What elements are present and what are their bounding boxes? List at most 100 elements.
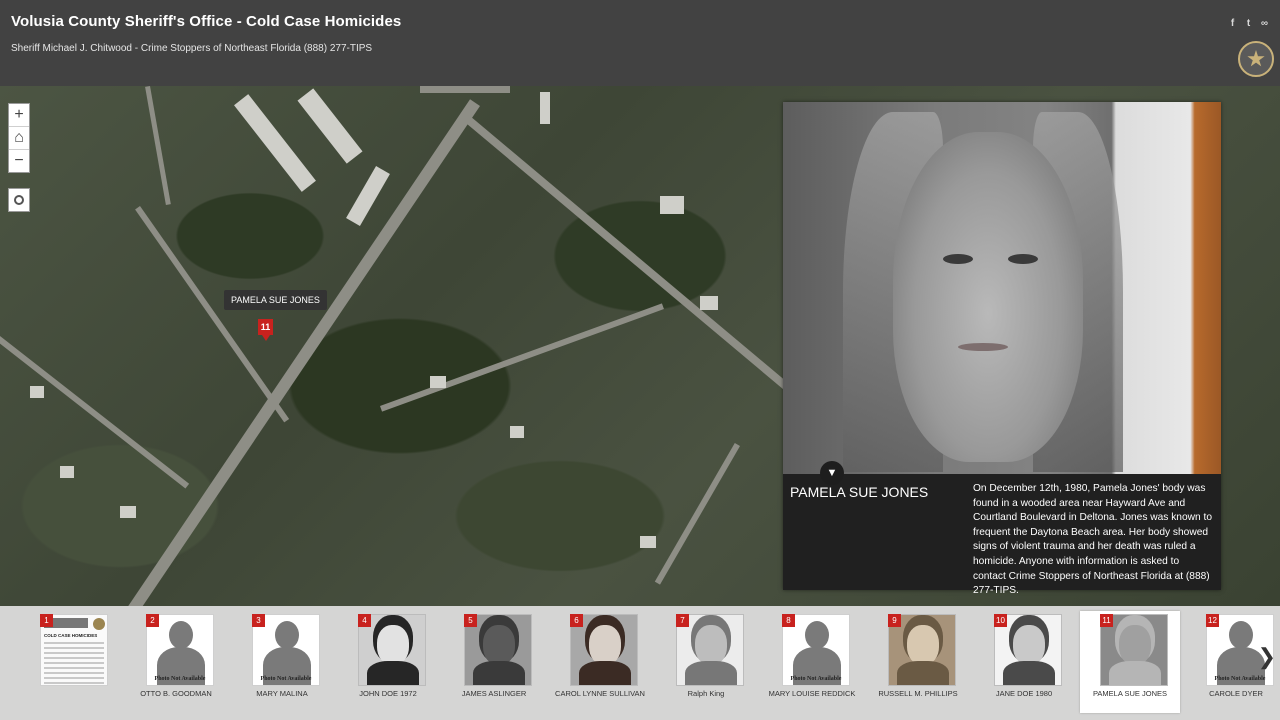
victim-photo: [783, 102, 1221, 474]
twitter-icon[interactable]: t: [1243, 18, 1254, 29]
doc-line: [44, 682, 104, 684]
case-thumbnail: 5: [464, 614, 532, 686]
carousel-card[interactable]: 7 Ralph King: [656, 611, 756, 713]
photo-not-available-label: Photo Not Available: [154, 676, 206, 682]
map-building: [700, 296, 718, 310]
silhouette-head: [275, 621, 299, 649]
sheriff-badge-logo[interactable]: [1238, 41, 1274, 77]
portrait-body: [473, 661, 525, 685]
case-number-badge: 11: [1100, 614, 1113, 627]
doc-line: [44, 677, 104, 679]
doc-title: COLD CASE HOMICIDES: [44, 633, 98, 638]
map-road: [464, 116, 838, 431]
detail-caption: ▼ PAMELA SUE JONES On December 12th, 198…: [783, 461, 1221, 596]
social-links: f t ∞: [1227, 18, 1270, 29]
chevron-down-icon[interactable]: ▼: [820, 461, 844, 485]
case-name: RUSSELL M. PHILLIPS: [878, 689, 958, 698]
case-number-badge: 6: [570, 614, 583, 627]
doc-line: [44, 667, 104, 669]
case-number-badge: 2: [146, 614, 159, 627]
detail-panel: ▼ PAMELA SUE JONES On December 12th, 198…: [783, 102, 1221, 596]
map-road: [420, 86, 510, 93]
portrait-head: [1119, 625, 1151, 665]
silhouette-head: [169, 621, 193, 649]
map-building: [640, 536, 656, 548]
doc-line: [44, 662, 104, 664]
case-name: CAROL LYNNE SULLIVAN: [555, 689, 645, 698]
doc-line: [44, 652, 104, 654]
case-thumbnail: COLD CASE HOMICIDES 1: [40, 614, 108, 686]
map-building: [346, 166, 390, 226]
case-number-badge: 9: [888, 614, 901, 627]
case-thumbnail: Photo Not Available 8: [782, 614, 850, 686]
doc-seal: [93, 618, 105, 630]
doc-line: [44, 672, 104, 674]
case-thumbnail: 9: [888, 614, 956, 686]
case-number-badge: 7: [676, 614, 689, 627]
map-road: [380, 303, 664, 412]
portrait-head: [377, 625, 409, 665]
portrait-body: [1109, 661, 1161, 685]
locate-icon: [14, 195, 24, 205]
doc-line: [44, 647, 104, 649]
portrait-body: [897, 661, 949, 685]
case-number-badge: 5: [464, 614, 477, 627]
zoom-in-button[interactable]: +: [9, 104, 29, 127]
map-marker[interactable]: 11: [258, 319, 273, 341]
portrait-head: [695, 625, 727, 665]
photo-eye: [1008, 254, 1038, 264]
app-header: Volusia County Sheriff's Office - Cold C…: [0, 0, 1280, 86]
home-button[interactable]: ⌂: [9, 127, 29, 150]
carousel-card[interactable]: COLD CASE HOMICIDES 1: [20, 611, 120, 713]
carousel-card[interactable]: 9 RUSSELL M. PHILLIPS: [868, 611, 968, 713]
chevron-right-icon[interactable]: ❯: [1258, 644, 1276, 670]
case-number-badge: 1: [40, 614, 53, 627]
photo-eye: [943, 254, 973, 264]
zoom-control: + ⌂ −: [8, 103, 30, 173]
map-building: [510, 426, 524, 438]
carousel-card[interactable]: 6 CAROL LYNNE SULLIVAN: [550, 611, 650, 713]
photo-not-available-label: Photo Not Available: [790, 676, 842, 682]
carousel-card[interactable]: 11 PAMELA SUE JONES: [1080, 611, 1180, 713]
carousel-card[interactable]: Photo Not Available 2 OTTO B. GOODMAN: [126, 611, 226, 713]
photo-mouth: [958, 343, 1008, 351]
locate-button[interactable]: [8, 188, 30, 212]
page-subtitle: Sheriff Michael J. Chitwood - Crime Stop…: [11, 43, 373, 54]
carousel-card[interactable]: 10 JANE DOE 1980: [974, 611, 1074, 713]
silhouette-head: [805, 621, 829, 649]
case-name: MARY MALINA: [256, 689, 308, 698]
case-name: Ralph King: [687, 689, 725, 698]
portrait-head: [483, 625, 515, 665]
marker-tooltip: PAMELA SUE JONES: [224, 290, 327, 310]
case-thumbnail: 4: [358, 614, 426, 686]
case-thumbnail: Photo Not Available 3: [252, 614, 320, 686]
zoom-out-button[interactable]: −: [9, 150, 29, 172]
facebook-icon[interactable]: f: [1227, 18, 1238, 29]
carousel-card[interactable]: 4 JOHN DOE 1972: [338, 611, 438, 713]
case-name: PAMELA SUE JONES: [1092, 689, 1168, 698]
map-building: [60, 466, 74, 478]
carousel-card[interactable]: Photo Not Available 3 MARY MALINA: [232, 611, 332, 713]
case-number-badge: 12: [1206, 614, 1219, 627]
map-building: [540, 92, 550, 124]
case-name: MARY LOUISE REDDICK: [768, 689, 856, 698]
link-icon[interactable]: ∞: [1259, 18, 1270, 29]
map-building: [660, 196, 684, 214]
case-thumbnail: Photo Not Available 2: [146, 614, 214, 686]
portrait-body: [367, 661, 419, 685]
case-thumbnail: 11: [1100, 614, 1168, 686]
case-thumbnail: 6: [570, 614, 638, 686]
map-building: [120, 506, 136, 518]
map-building: [30, 386, 44, 398]
map-road: [135, 206, 290, 423]
case-number-badge: 8: [782, 614, 795, 627]
case-name: OTTO B. GOODMAN: [140, 689, 212, 698]
silhouette-head: [1229, 621, 1253, 649]
carousel-card[interactable]: Photo Not Available 8 MARY LOUISE REDDICK: [762, 611, 862, 713]
doc-line: [44, 657, 104, 659]
case-number-badge: 4: [358, 614, 371, 627]
carousel-card[interactable]: 5 JAMES ASLINGER: [444, 611, 544, 713]
map-road: [0, 336, 190, 489]
portrait-head: [589, 625, 621, 665]
portrait-head: [907, 625, 939, 665]
